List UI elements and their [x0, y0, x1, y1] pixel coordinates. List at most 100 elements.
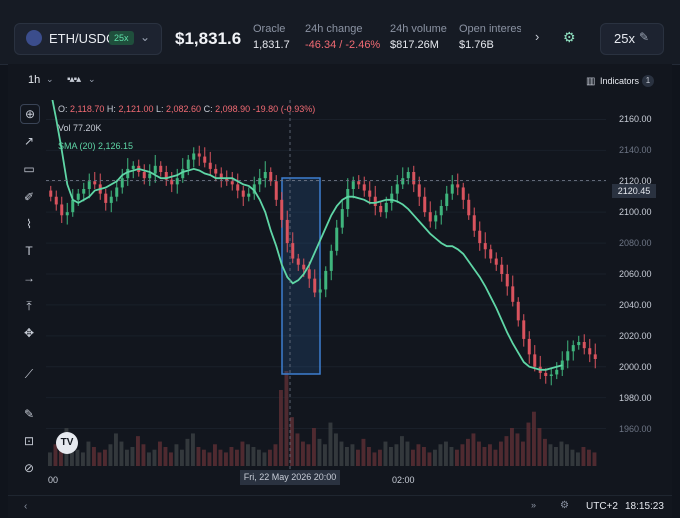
price-axis[interactable]: 2160.00 2140.00 2120.00 2100.00 2080.00 2060.… — [606, 100, 666, 470]
market-header: ETH/USDC 25x ⌄ $1,831.6 Oracle 1,831.7 2… — [0, 0, 680, 65]
volume-bar — [180, 449, 184, 466]
long-position-icon[interactable]: ⤒ — [20, 297, 38, 315]
volume-bar — [565, 444, 569, 466]
volume-bar — [372, 452, 377, 466]
candle-body — [49, 190, 53, 197]
candle-body — [302, 264, 306, 270]
chevron-right-icon[interactable]: › — [535, 29, 539, 44]
candle-body — [175, 178, 179, 185]
candle-body — [208, 162, 212, 169]
candle-body — [494, 258, 498, 265]
candle-body — [351, 181, 355, 189]
pair-selector[interactable]: ETH/USDC 25x ⌄ — [14, 23, 162, 55]
volume-bar — [191, 433, 195, 466]
timezone-selector[interactable]: UTC+2 — [586, 501, 618, 512]
candle-body — [445, 193, 449, 206]
volume-bar — [196, 447, 201, 466]
volume-bar — [229, 447, 234, 466]
candle-body — [450, 184, 454, 194]
price-tick: 2040.00 — [619, 299, 652, 310]
volume-bar — [328, 422, 333, 466]
pattern-icon[interactable]: ⌇ — [20, 215, 38, 233]
price-chart[interactable] — [46, 100, 606, 470]
leverage-button-label: 25x — [614, 31, 635, 46]
volume-bar — [202, 449, 206, 466]
text-icon[interactable]: T — [20, 242, 38, 260]
candle-body — [241, 190, 245, 197]
volume-bar — [444, 441, 448, 466]
volume-bar — [515, 433, 520, 466]
candle-body — [489, 249, 493, 259]
volume-bar — [422, 447, 426, 466]
candle-body — [153, 165, 157, 174]
volume-bar — [240, 441, 245, 466]
candle-body — [417, 184, 421, 197]
chevron-down-icon[interactable]: ⌄ — [46, 74, 54, 85]
change-label: 24h change — [305, 23, 363, 35]
indicators-icon[interactable]: ▥ — [586, 76, 595, 87]
leverage-button[interactable]: 25x ✎ — [600, 23, 664, 55]
candle-body — [60, 204, 64, 216]
volume-bar — [361, 438, 366, 466]
arrow-icon[interactable]: → — [20, 269, 38, 287]
volume-bar — [108, 444, 113, 466]
open-value: 2,118.70 — [70, 104, 105, 114]
price-tick: 1980.00 — [619, 392, 652, 403]
candles-icon[interactable]: ▪▴▪▴ — [67, 74, 81, 85]
leverage-badge: 25x — [109, 31, 134, 45]
volume-value: 77.20K — [73, 123, 102, 133]
volume-bar — [147, 452, 151, 466]
volume-bar — [306, 444, 311, 466]
volume-bar — [114, 433, 118, 466]
edit-icon[interactable]: ✎ — [20, 405, 38, 423]
volume-bar — [581, 447, 586, 466]
volume-bar — [367, 447, 371, 466]
volume-bar — [526, 422, 531, 466]
volume-bar — [273, 444, 278, 466]
volume-bar — [537, 428, 542, 466]
candle-body — [82, 189, 86, 194]
chevron-left-icon[interactable]: ‹ — [24, 501, 27, 512]
brush-icon[interactable]: ✐ — [20, 188, 38, 206]
volume-label: 24h volume — [390, 23, 447, 35]
gear-icon[interactable]: ⚙ — [560, 500, 569, 511]
volume-bar — [279, 390, 283, 466]
volume-bar — [301, 441, 305, 466]
hide-icon[interactable]: ⊘ — [20, 459, 38, 477]
change-value: -46.34 / -2.46% — [305, 39, 381, 51]
mark-price: $1,831.6 — [175, 29, 242, 48]
volume-bar — [257, 449, 261, 466]
candle-body — [159, 165, 163, 172]
chevron-down-icon[interactable]: ⌄ — [88, 74, 96, 85]
volume-bar — [185, 438, 190, 466]
open-label: O: — [58, 104, 68, 114]
volume-bar — [460, 444, 465, 466]
candle-body — [197, 153, 201, 157]
candle-body — [593, 354, 597, 359]
trend-line-icon[interactable]: ↗ — [20, 132, 38, 150]
volume-bar — [213, 444, 217, 466]
sma-value: 2,126.15 — [98, 141, 134, 151]
candle-body — [296, 258, 300, 265]
candle-body — [192, 153, 196, 160]
candle-body — [87, 181, 91, 189]
volume-bar — [455, 449, 459, 466]
candle-body — [544, 372, 548, 376]
rectangle-icon[interactable]: ▭ — [20, 160, 38, 178]
chevrons-right-icon[interactable]: » — [531, 500, 536, 510]
candle-body — [236, 184, 240, 191]
timeframe-selector[interactable]: 1h — [28, 74, 40, 86]
ruler-icon[interactable]: ⟋ — [20, 365, 38, 383]
move-icon[interactable]: ✥ — [20, 324, 38, 342]
lock-icon[interactable]: ⊡ — [20, 432, 38, 450]
candle-body — [285, 219, 289, 244]
candle-body — [373, 196, 377, 206]
indicators-button[interactable]: Indicators — [600, 76, 639, 86]
volume-bar — [482, 447, 487, 466]
high-label: H: — [106, 104, 116, 114]
volume-bar — [246, 444, 250, 466]
volume-bar — [521, 441, 525, 466]
sliders-icon[interactable]: ⚙ — [563, 29, 576, 46]
crosshair-icon[interactable]: ⊕ — [20, 104, 40, 124]
open-interest-label: Open interes — [459, 23, 521, 35]
